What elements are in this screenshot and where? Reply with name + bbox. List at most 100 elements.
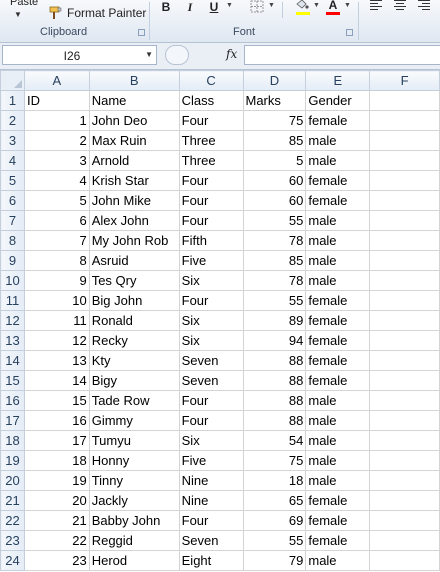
- cell-e[interactable]: male: [305, 130, 371, 151]
- cell-b[interactable]: Alex John: [88, 210, 180, 231]
- cell-a[interactable]: 10: [23, 290, 90, 311]
- cell-e[interactable]: female: [305, 310, 371, 331]
- row-header[interactable]: 15: [0, 370, 25, 391]
- cell-a[interactable]: 6: [23, 210, 90, 231]
- cell-e[interactable]: male: [305, 210, 371, 231]
- cell-d[interactable]: 88: [242, 390, 307, 411]
- cell-c[interactable]: Four: [178, 170, 244, 191]
- cell-f[interactable]: [369, 350, 440, 371]
- cell-a[interactable]: 19: [23, 470, 90, 491]
- cell-c[interactable]: Five: [178, 250, 244, 271]
- cell-b[interactable]: Jackly: [88, 490, 180, 511]
- cell-f[interactable]: [369, 490, 440, 511]
- cell-c[interactable]: Seven: [178, 530, 244, 551]
- cell-c[interactable]: Four: [178, 210, 244, 231]
- borders-icon[interactable]: [250, 0, 264, 13]
- cell-f[interactable]: [369, 470, 440, 491]
- cell-c[interactable]: Nine: [178, 470, 244, 491]
- cell-a[interactable]: 11: [23, 310, 90, 331]
- name-box-dropdown-chevron-icon[interactable]: ▼: [145, 50, 153, 59]
- insert-function-button[interactable]: fx: [226, 47, 237, 61]
- cell-a[interactable]: ID: [23, 90, 90, 111]
- cell-e[interactable]: male: [305, 270, 371, 291]
- cell-e[interactable]: female: [305, 290, 371, 311]
- cell-d[interactable]: 78: [242, 230, 307, 251]
- cell-c[interactable]: Four: [178, 410, 244, 431]
- paste-button[interactable]: Paste: [10, 0, 38, 8]
- cell-d[interactable]: 5: [242, 150, 307, 171]
- underline-button[interactable]: U: [208, 0, 220, 14]
- cell-b[interactable]: My John Rob: [88, 230, 180, 251]
- cell-c[interactable]: Seven: [178, 370, 244, 391]
- borders-dropdown-chevron-icon[interactable]: ▼: [268, 2, 275, 9]
- cell-e[interactable]: male: [305, 390, 371, 411]
- cell-b[interactable]: Tumyu: [88, 430, 180, 451]
- cell-a[interactable]: 8: [23, 250, 90, 271]
- cell-f[interactable]: [369, 330, 440, 351]
- cell-a[interactable]: 20: [23, 490, 90, 511]
- row-header[interactable]: 23: [0, 530, 25, 551]
- cell-e[interactable]: female: [305, 490, 371, 511]
- cell-c[interactable]: Four: [178, 190, 244, 211]
- cell-c[interactable]: Six: [178, 310, 244, 331]
- cell-a[interactable]: 12: [23, 330, 90, 351]
- cell-e[interactable]: female: [305, 190, 371, 211]
- cell-b[interactable]: John Deo: [88, 110, 180, 131]
- paste-dropdown-chevron-icon[interactable]: ▼: [14, 10, 22, 19]
- cell-c[interactable]: Four: [178, 510, 244, 531]
- align-right-icon[interactable]: [418, 0, 430, 11]
- row-header[interactable]: 4: [0, 150, 25, 171]
- cell-b[interactable]: Max Ruin: [88, 130, 180, 151]
- column-header-e[interactable]: E: [305, 70, 371, 91]
- cell-d[interactable]: 89: [242, 310, 307, 331]
- row-header[interactable]: 22: [0, 510, 25, 531]
- cell-f[interactable]: [369, 250, 440, 271]
- cell-d[interactable]: 88: [242, 410, 307, 431]
- cell-b[interactable]: Kty: [88, 350, 180, 371]
- cell-b[interactable]: Reggid: [88, 530, 180, 551]
- cell-a[interactable]: 14: [23, 370, 90, 391]
- row-header[interactable]: 13: [0, 330, 25, 351]
- cell-c[interactable]: Fifth: [178, 230, 244, 251]
- cell-e[interactable]: male: [305, 450, 371, 471]
- cell-e[interactable]: female: [305, 170, 371, 191]
- cell-d[interactable]: 55: [242, 290, 307, 311]
- cell-c[interactable]: Five: [178, 450, 244, 471]
- cell-f[interactable]: [369, 230, 440, 251]
- cell-a[interactable]: 21: [23, 510, 90, 531]
- cell-d[interactable]: 78: [242, 270, 307, 291]
- fill-color-icon[interactable]: [294, 0, 310, 11]
- cell-f[interactable]: [369, 190, 440, 211]
- underline-dropdown-chevron-icon[interactable]: ▼: [226, 2, 233, 9]
- column-header-f[interactable]: F: [369, 70, 440, 91]
- cell-f[interactable]: [369, 550, 440, 571]
- cell-d[interactable]: 88: [242, 370, 307, 391]
- cell-e[interactable]: male: [305, 410, 371, 431]
- cell-b[interactable]: Arnold: [88, 150, 180, 171]
- row-header[interactable]: 14: [0, 350, 25, 371]
- row-header[interactable]: 8: [0, 230, 25, 251]
- row-header[interactable]: 16: [0, 390, 25, 411]
- cell-d[interactable]: 94: [242, 330, 307, 351]
- column-header-a[interactable]: A: [23, 70, 90, 91]
- clipboard-dialog-launcher[interactable]: [138, 29, 145, 36]
- cell-a[interactable]: 13: [23, 350, 90, 371]
- cell-e[interactable]: female: [305, 350, 371, 371]
- cell-b[interactable]: Herod: [88, 550, 180, 571]
- cell-f[interactable]: [369, 90, 440, 111]
- cell-e[interactable]: Gender: [305, 90, 371, 111]
- cell-d[interactable]: Marks: [242, 90, 307, 111]
- cell-d[interactable]: 75: [242, 110, 307, 131]
- cell-f[interactable]: [369, 390, 440, 411]
- cell-c[interactable]: Six: [178, 270, 244, 291]
- cell-f[interactable]: [369, 530, 440, 551]
- cell-e[interactable]: male: [305, 230, 371, 251]
- cell-c[interactable]: Seven: [178, 350, 244, 371]
- cell-b[interactable]: Gimmy: [88, 410, 180, 431]
- cell-c[interactable]: Four: [178, 290, 244, 311]
- row-header[interactable]: 1: [0, 90, 25, 111]
- cell-a[interactable]: 7: [23, 230, 90, 251]
- cell-f[interactable]: [369, 450, 440, 471]
- cell-e[interactable]: female: [305, 330, 371, 351]
- cell-e[interactable]: female: [305, 370, 371, 391]
